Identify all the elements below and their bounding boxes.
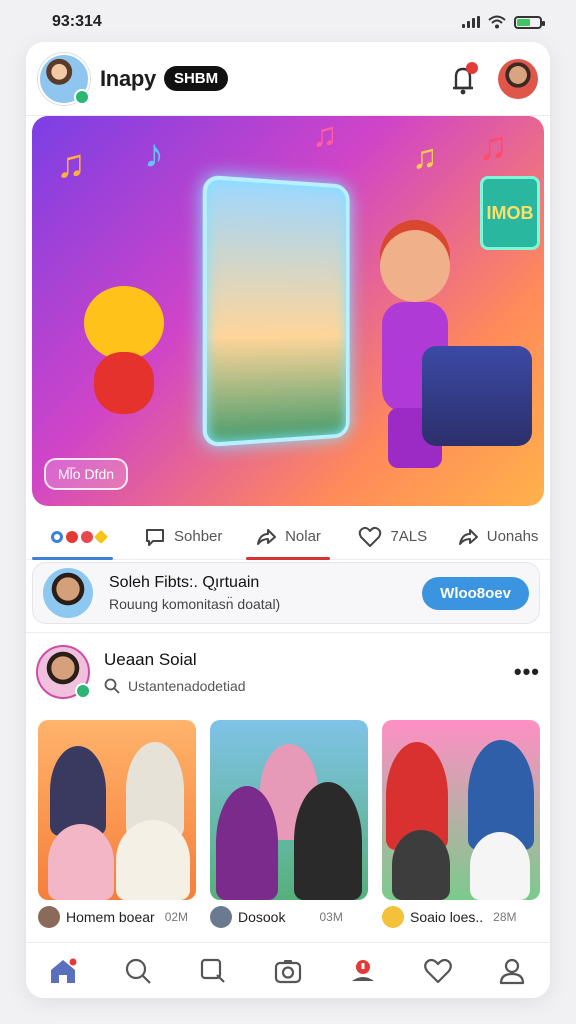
- group-avatar[interactable]: [38, 52, 90, 105]
- heart-icon: [423, 958, 452, 983]
- media-thumbnail[interactable]: [210, 720, 368, 900]
- user-icon: [500, 958, 525, 984]
- thumbnail-caption: Homem boear 02M: [38, 906, 188, 928]
- nav-profile[interactable]: [492, 951, 532, 991]
- more-options-icon[interactable]: •••: [514, 659, 540, 685]
- hero-tag[interactable]: Ml̅o Dfdn: [44, 458, 129, 490]
- nav-camera[interactable]: [268, 951, 308, 991]
- online-badge: [74, 88, 90, 105]
- group-meta-text: Ustantenadodetiad: [128, 678, 246, 694]
- hero-sign: IMOB: [480, 176, 540, 250]
- search-icon: [104, 678, 120, 694]
- avatar[interactable]: [36, 645, 91, 699]
- share-arrow-icon: [458, 528, 478, 545]
- community-card[interactable]: Soleh Fibts:. Q̧ırtuain Rouung komonitas…: [32, 562, 540, 624]
- notification-dot: [466, 61, 478, 74]
- nav-notifications[interactable]: [343, 951, 383, 991]
- hero-banner[interactable]: ♫ ♪ ♫ ♫ ♫ IMOB Ml̅o Dfdn: [32, 116, 544, 506]
- battery-icon: [514, 15, 545, 29]
- community-subtitle: Rouung komonitasn̈ doatal): [109, 596, 281, 612]
- avatar: [210, 906, 232, 928]
- music-note-icon: ♫: [412, 138, 438, 176]
- nav-home[interactable]: [43, 951, 83, 991]
- colored-dots-icon: [50, 529, 108, 544]
- status-icons: [462, 15, 545, 29]
- group-header: Ueaan Soial Ustantenadodetiad •••: [36, 640, 540, 704]
- group-title[interactable]: Ueaan Soial: [104, 650, 246, 670]
- join-button[interactable]: Wloo8oev: [422, 576, 529, 610]
- nav-search[interactable]: [118, 951, 158, 991]
- app-title: Inapy: [100, 65, 156, 91]
- app-header: Inapy SHBM: [26, 42, 550, 116]
- music-note-icon: ♫: [478, 124, 508, 168]
- music-note-icon: ♫: [56, 142, 86, 186]
- explore-search-icon: [201, 958, 225, 983]
- hero-portal-screen: [202, 174, 350, 448]
- chat-icon: [146, 528, 164, 546]
- tab-7als[interactable]: 7ALS: [340, 514, 445, 560]
- home-icon: [51, 958, 77, 983]
- status-bar: 93:314: [0, 0, 576, 44]
- share-arrow-icon: [257, 528, 277, 545]
- media-grid: Homem boear 02M Dosook 03M Soaio loes.. …: [36, 720, 540, 940]
- app-badge[interactable]: SHBM: [163, 66, 229, 91]
- audience-illustration: [422, 346, 532, 446]
- tab-bar: Sohber Nolar 7ALS Uonahs: [26, 514, 550, 560]
- emoji-avatar: [382, 906, 404, 928]
- search-icon: [126, 958, 152, 984]
- thumbnail-caption: Soaio loes.. 28M: [382, 906, 517, 928]
- nav-explore[interactable]: [193, 951, 233, 991]
- notification-button[interactable]: [448, 61, 478, 96]
- avatar: [38, 906, 60, 928]
- media-thumbnail[interactable]: [382, 720, 540, 900]
- tab-uonahs[interactable]: Uonahs: [445, 514, 550, 560]
- status-time: 93:314: [52, 13, 102, 30]
- music-note-icon: ♪: [144, 132, 164, 176]
- bell-alert-icon: [351, 959, 374, 981]
- heart-icon: [359, 526, 382, 547]
- online-badge: [75, 683, 91, 699]
- community-title: Soleh Fibts:. Q̧ırtuain: [109, 574, 260, 591]
- tab-sohber[interactable]: Sohber: [131, 514, 236, 560]
- bear-mascot: [76, 286, 172, 436]
- music-note-icon: ♫: [312, 116, 338, 154]
- tab-all[interactable]: [26, 514, 131, 560]
- tab-nolar[interactable]: Nolar: [236, 514, 341, 560]
- avatar[interactable]: [43, 568, 93, 618]
- profile-avatar[interactable]: [498, 58, 538, 99]
- app-window: Inapy SHBM ♫ ♪ ♫ ♫ ♫ IMOB Ml̅o Dfdn Sohb…: [26, 42, 550, 998]
- divider: [26, 632, 550, 633]
- bottom-nav: [26, 942, 550, 998]
- media-thumbnail[interactable]: [38, 720, 196, 900]
- nav-likes[interactable]: [418, 951, 458, 991]
- signal-icon: [462, 16, 480, 28]
- wifi-icon: [488, 15, 506, 29]
- camera-icon: [274, 959, 302, 983]
- thumbnail-caption: Dosook 03M: [210, 906, 343, 928]
